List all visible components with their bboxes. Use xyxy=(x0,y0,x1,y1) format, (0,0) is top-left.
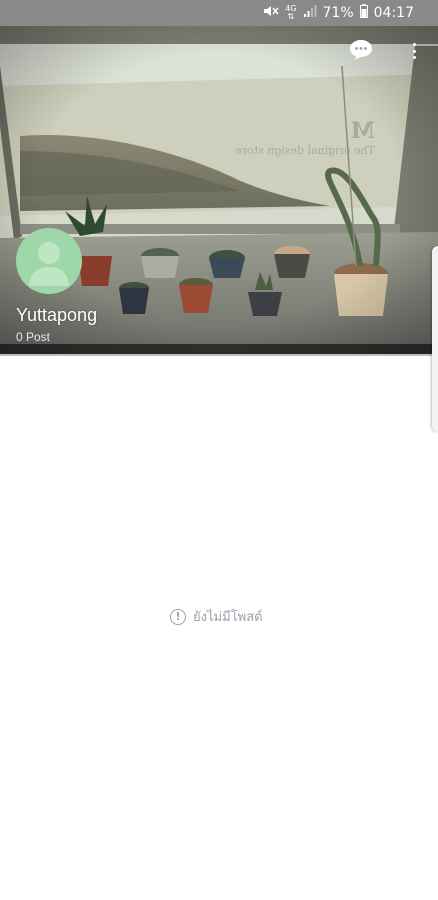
signal-icon xyxy=(303,4,317,22)
exclamation-circle-icon: ! xyxy=(170,608,186,625)
more-options-button[interactable] xyxy=(406,40,422,62)
battery-icon xyxy=(359,4,368,22)
chat-bubble-icon xyxy=(350,40,372,60)
empty-state: ! ยังไม่มีโพสต์ xyxy=(170,606,263,627)
clock: 04:17 xyxy=(373,5,414,21)
avatar[interactable] xyxy=(16,228,82,294)
watermark-letter: M xyxy=(350,118,375,144)
cover-divider xyxy=(0,354,438,356)
empty-state-message: ยังไม่มีโพสต์ xyxy=(193,610,263,625)
profile-name[interactable]: Yuttapong xyxy=(16,305,97,326)
mute-icon xyxy=(263,4,279,22)
cover-watermark: M The original design store xyxy=(215,118,375,157)
default-avatar-icon xyxy=(29,242,69,286)
post-count: 0 Post xyxy=(16,330,51,344)
status-bar: 4G ⇅ 71% 04:17 xyxy=(0,0,438,26)
chat-button[interactable] xyxy=(349,39,373,61)
network-type-indicator: 4G ⇅ xyxy=(285,4,297,21)
more-vertical-icon xyxy=(412,43,416,59)
watermark-text: The original design store xyxy=(235,144,375,157)
edge-panel-handle[interactable] xyxy=(432,246,438,432)
battery-percent: 71% xyxy=(322,5,354,21)
